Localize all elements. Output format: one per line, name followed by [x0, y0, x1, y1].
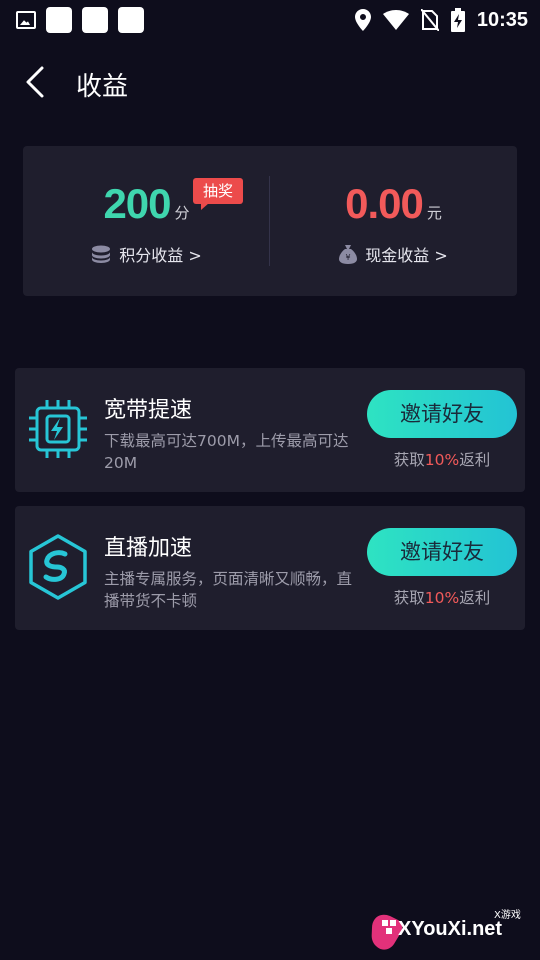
feature-description: 主播专属服务，页面清晰又顺畅，直播带货不卡顿: [104, 570, 353, 610]
invite-friends-button[interactable]: 邀请好友: [367, 390, 517, 438]
page-title: 收益: [76, 72, 129, 102]
watermark-text: XYouXi.net: [398, 918, 503, 940]
points-unit: 分: [174, 204, 190, 222]
points-earnings-link[interactable]: 积分收益 >: [23, 242, 270, 266]
location-icon: [354, 9, 371, 31]
rebate-text: 获取10%返利: [367, 448, 517, 470]
feature-title: 宽带提速: [104, 398, 193, 423]
battery-charging-icon: [450, 8, 465, 32]
no-sim-icon: [420, 9, 439, 31]
feature-title: 直播加速: [104, 536, 193, 561]
svg-text:¥: ¥: [346, 253, 351, 262]
feature-card-live: 直播加速 主播专属服务，页面清晰又顺畅，直播带货不卡顿 邀请好友 获取10%返利: [15, 506, 525, 630]
hexagon-s-icon: [29, 534, 87, 600]
app-square-icon: [82, 7, 108, 33]
app-square-icon: [46, 7, 72, 33]
status-bar: 10:35: [0, 0, 540, 40]
page-header: 收益: [0, 56, 540, 108]
clock: 10:35: [476, 8, 528, 31]
wifi-icon: [382, 10, 409, 30]
points-earnings: 200 分 抽奖 积分收益 >: [23, 146, 270, 296]
rebate-percent: 10%: [424, 589, 460, 607]
cash-unit: 元: [426, 204, 442, 222]
image-icon: [16, 11, 36, 29]
app-square-icon: [118, 7, 144, 33]
money-bag-icon: ¥: [339, 245, 358, 264]
coin-stack-icon: [92, 245, 111, 263]
chevron-left-icon[interactable]: [22, 64, 52, 100]
rebate-suffix: 返利: [459, 589, 491, 607]
cash-value: 0.00: [345, 180, 424, 227]
rebate-text: 获取10%返利: [367, 586, 517, 608]
lottery-badge[interactable]: 抽奖: [193, 178, 244, 210]
cash-earnings-link[interactable]: ¥ 现金收益 >: [270, 242, 517, 266]
rebate-prefix: 获取: [393, 589, 425, 607]
earnings-card: 200 分 抽奖 积分收益 > 0.00 元 ¥ 现金收益 >: [23, 146, 517, 296]
chip-bolt-icon: [29, 400, 87, 458]
feature-description: 下载最高可达700M，上传最高可达20M: [104, 432, 349, 472]
cash-earnings-label: 现金收益 >: [365, 246, 448, 265]
cash-earnings: 0.00 元 ¥ 现金收益 >: [270, 146, 517, 296]
rebate-percent: 10%: [424, 451, 460, 469]
points-value: 200: [103, 180, 171, 227]
rebate-prefix: 获取: [393, 451, 425, 469]
invite-friends-button[interactable]: 邀请好友: [367, 528, 517, 576]
feature-card-broadband: 宽带提速 下载最高可达700M，上传最高可达20M 邀请好友 获取10%返利: [15, 368, 525, 492]
rebate-suffix: 返利: [459, 451, 491, 469]
points-earnings-label: 积分收益 >: [119, 246, 202, 265]
